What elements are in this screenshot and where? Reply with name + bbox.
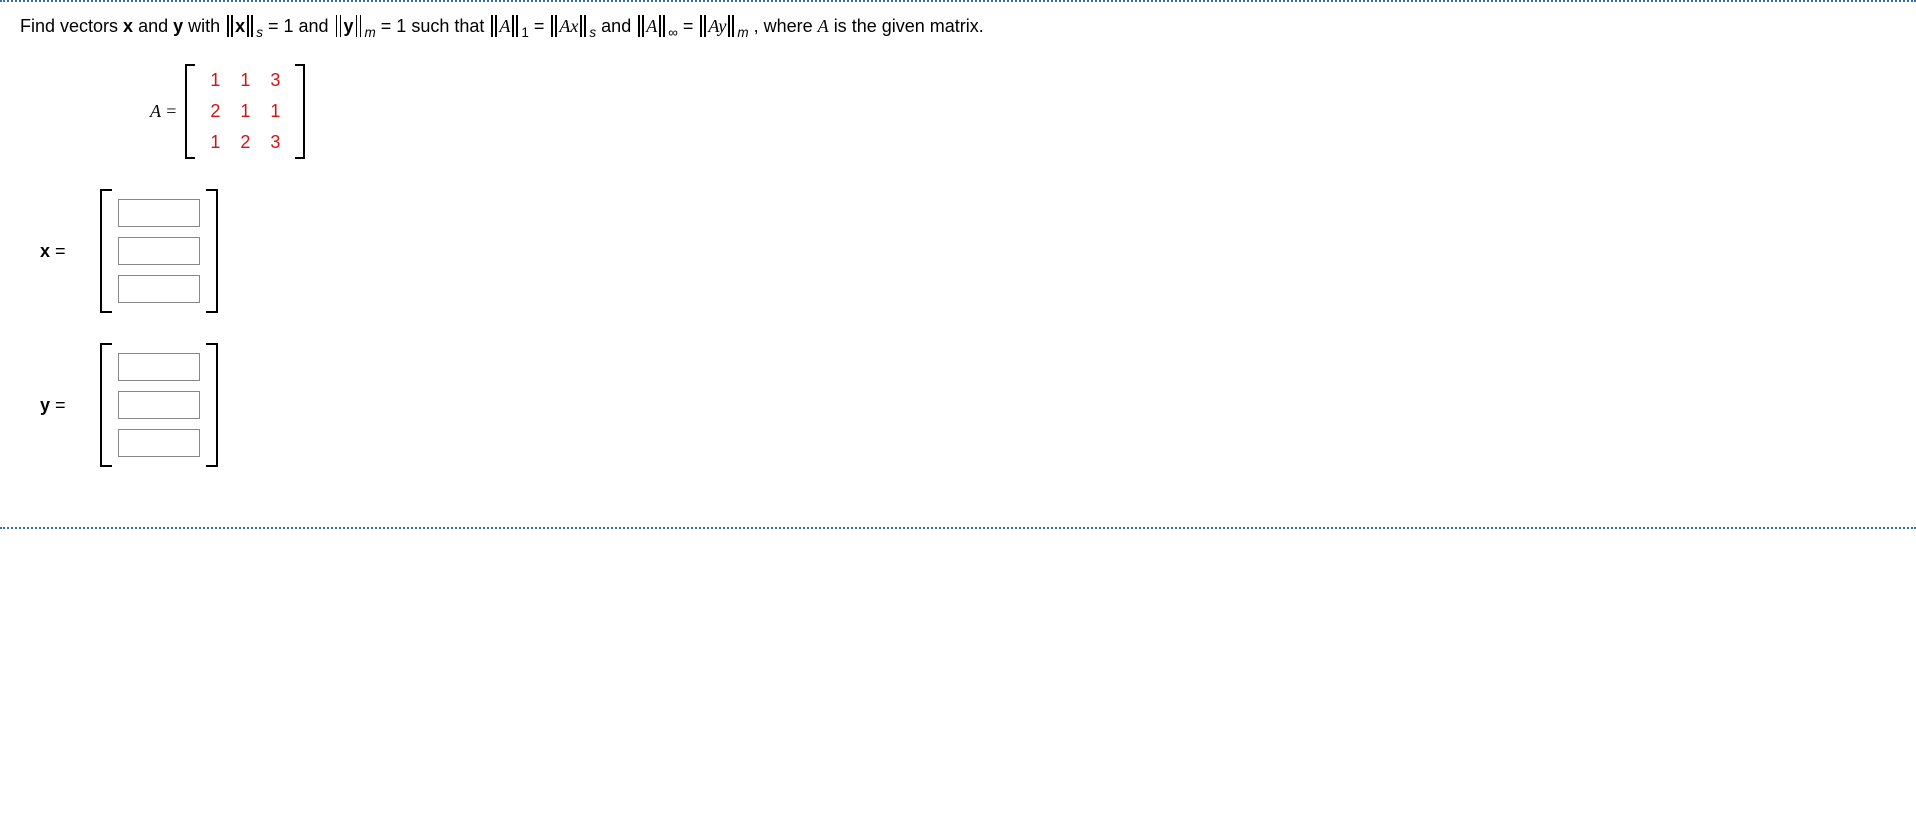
vector-y-input-3[interactable] xyxy=(118,429,200,457)
text-segment: = 1 and xyxy=(268,16,334,36)
text-segment: , where xyxy=(754,16,818,36)
text-segment: with xyxy=(188,16,225,36)
vector-x-input-3[interactable] xyxy=(118,275,200,303)
bracket-right xyxy=(206,189,218,313)
norm-open xyxy=(334,17,344,35)
norm-open xyxy=(489,17,499,35)
vector-y-input-2[interactable] xyxy=(118,391,200,419)
vector-x-input-1[interactable] xyxy=(118,199,200,227)
text-segment: and xyxy=(601,16,636,36)
vector-x-eq: = xyxy=(50,241,66,261)
matrix-A: A = 1 1 3 2 1 1 1 2 3 xyxy=(150,64,1896,159)
norm-open xyxy=(225,17,235,35)
subscript-s: s xyxy=(255,25,263,40)
norm-open xyxy=(636,17,646,35)
matrix-cell: 1 xyxy=(203,70,227,91)
question-container: Find vectors x and y with xs = 1 and ym … xyxy=(0,0,1916,529)
vector-y-input-1[interactable] xyxy=(118,353,200,381)
vector-y-eq: = xyxy=(50,395,66,415)
var-A: A xyxy=(818,16,829,36)
var-y: y xyxy=(173,16,183,36)
subscript-1: 1 xyxy=(520,25,529,40)
var-y: y xyxy=(344,16,354,36)
norm-open xyxy=(698,17,708,35)
text-segment: = xyxy=(534,16,550,36)
vector-y-block: y = xyxy=(40,343,1896,467)
norm-close xyxy=(510,17,520,35)
matrix-cell: 3 xyxy=(263,132,287,153)
var-A: A xyxy=(646,16,657,36)
norm-close xyxy=(578,17,588,35)
bracket-left xyxy=(100,343,112,467)
bracket-right xyxy=(295,64,305,159)
var-x: x xyxy=(123,16,133,36)
bracket-left xyxy=(100,189,112,313)
matrix-cell: 2 xyxy=(233,132,257,153)
matrix-cell: 3 xyxy=(263,70,287,91)
subscript-inf: ∞ xyxy=(667,25,678,40)
matrix-cell: 1 xyxy=(263,101,287,122)
text-segment: = xyxy=(683,16,699,36)
matrix-cell: 1 xyxy=(233,70,257,91)
subscript-m: m xyxy=(736,25,748,40)
text-segment: Find vectors xyxy=(20,16,123,36)
vector-x-cells xyxy=(112,189,206,313)
matrix-cells: 1 1 3 2 1 1 1 2 3 xyxy=(195,64,295,159)
var-Ax: Ax xyxy=(559,16,578,36)
matrix-cell: 1 xyxy=(233,101,257,122)
norm-close xyxy=(726,17,736,35)
subscript-s: s xyxy=(588,25,596,40)
vector-x-bold: x xyxy=(40,241,50,261)
vector-y-cells xyxy=(112,343,206,467)
text-segment: and xyxy=(138,16,173,36)
norm-open xyxy=(549,17,559,35)
bracket-left xyxy=(185,64,195,159)
bracket-right xyxy=(206,343,218,467)
matrix-label: A = xyxy=(150,101,177,122)
var-Ay: Ay xyxy=(708,16,726,36)
text-segment: is the given matrix. xyxy=(834,16,984,36)
question-text: Find vectors x and y with xs = 1 and ym … xyxy=(20,16,1896,40)
var-x: x xyxy=(235,16,245,36)
norm-close xyxy=(657,17,667,35)
norm-close xyxy=(354,17,364,35)
text-segment: = 1 such that xyxy=(381,16,490,36)
vector-x-input-2[interactable] xyxy=(118,237,200,265)
vector-x-block: x = xyxy=(40,189,1896,313)
subscript-m: m xyxy=(364,25,376,40)
matrix-cell: 1 xyxy=(203,132,227,153)
norm-close xyxy=(245,17,255,35)
matrix-cell: 2 xyxy=(203,101,227,122)
vector-x-label: x = xyxy=(40,241,100,262)
var-A: A xyxy=(499,16,510,36)
vector-y-bold: y xyxy=(40,395,50,415)
vector-y-label: y = xyxy=(40,395,100,416)
